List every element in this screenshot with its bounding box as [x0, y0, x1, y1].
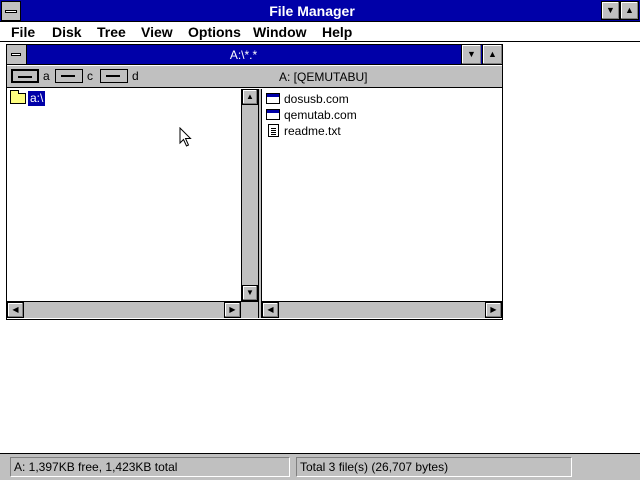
- menu-window-label: Window: [253, 24, 307, 40]
- scroll-left-button[interactable]: ◀: [262, 302, 279, 318]
- menu-options-label: Options: [188, 24, 241, 40]
- menu-disk-label: Disk: [52, 24, 82, 40]
- drive-a-label: a: [43, 69, 50, 83]
- menu-view[interactable]: View: [141, 22, 173, 42]
- menu-tree[interactable]: Tree: [97, 22, 126, 42]
- drive-a[interactable]: a: [11, 68, 55, 86]
- menu-bar: File Disk Tree View Options Window Help: [0, 22, 640, 42]
- arrow-down-icon: ▼: [246, 288, 254, 297]
- directory-tree[interactable]: a:\ ▲ ▼ ◀ ▶: [7, 89, 258, 318]
- menu-file[interactable]: File: [11, 22, 35, 42]
- maximize-icon: ▲: [625, 5, 634, 15]
- minimize-button[interactable]: ▼: [601, 1, 620, 20]
- menu-help-label: Help: [322, 24, 353, 40]
- system-menu-icon: [5, 10, 17, 13]
- app-title: File Manager: [269, 3, 355, 19]
- directory-minimize-button[interactable]: ▼: [461, 45, 481, 64]
- program-icon: [266, 109, 280, 120]
- scroll-right-button[interactable]: ▶: [224, 302, 241, 318]
- menu-view-label: View: [141, 24, 173, 40]
- tree-horizontal-scrollbar[interactable]: ◀ ▶: [7, 301, 258, 318]
- menu-disk[interactable]: Disk: [52, 22, 82, 42]
- menu-file-label: File: [11, 24, 36, 40]
- tree-item-label: a:\: [28, 91, 46, 106]
- cdrom-drive-icon: [100, 69, 128, 83]
- scroll-right-button[interactable]: ▶: [485, 302, 502, 318]
- volume-label: A: [QEMUTABU]: [279, 70, 368, 84]
- arrow-left-icon: ◀: [267, 305, 274, 314]
- scroll-down-button[interactable]: ▼: [242, 285, 258, 301]
- directory-window: A:\*.* ▼ ▲ a c d A: [QEMUTABU] a:\ ▲ ▼ ◀…: [6, 44, 503, 320]
- menu-help[interactable]: Help: [322, 22, 352, 42]
- arrow-up-icon: ▲: [246, 92, 254, 101]
- tree-vertical-scrollbar[interactable]: ▲ ▼: [241, 89, 258, 301]
- directory-maximize-button[interactable]: ▲: [482, 45, 502, 64]
- open-folder-icon: [10, 90, 26, 104]
- drive-d-label: d: [132, 69, 139, 83]
- menu-tree-label: Tree: [97, 24, 126, 40]
- drive-c-label: c: [87, 69, 93, 83]
- file-list[interactable]: dosusb.com qemutab.com readme.txt: [262, 89, 502, 301]
- file-horizontal-scrollbar[interactable]: ◀ ▶: [262, 301, 502, 318]
- directory-window-title: A:\*.*: [229, 48, 258, 62]
- system-menu-button[interactable]: [1, 1, 21, 21]
- disk-space-status: A: 1,397KB free, 1,423KB total: [10, 457, 290, 477]
- maximize-button[interactable]: ▲: [620, 1, 639, 20]
- mouse-cursor-icon: [179, 127, 192, 147]
- scroll-left-button[interactable]: ◀: [7, 302, 24, 318]
- maximize-icon: ▲: [488, 49, 497, 59]
- title-bar[interactable]: File Manager ▼ ▲: [0, 0, 640, 22]
- status-bar: A: 1,397KB free, 1,423KB total Total 3 f…: [0, 453, 640, 480]
- menu-options[interactable]: Options: [188, 22, 241, 42]
- drive-d[interactable]: d: [100, 68, 144, 86]
- drive-bar: a c d A: [QEMUTABU]: [7, 66, 502, 88]
- menu-window[interactable]: Window: [253, 22, 307, 42]
- program-icon: [266, 93, 280, 104]
- scroll-up-button[interactable]: ▲: [242, 89, 258, 105]
- file-name: dosusb.com: [284, 92, 349, 106]
- floppy-drive-icon: [11, 69, 39, 83]
- arrow-left-icon: ◀: [12, 305, 19, 314]
- drive-c[interactable]: c: [55, 68, 99, 86]
- arrow-right-icon: ▶: [490, 305, 497, 314]
- minimize-icon: ▼: [467, 49, 476, 59]
- hard-drive-icon: [55, 69, 83, 83]
- minimize-icon: ▼: [606, 5, 615, 15]
- file-manager-window: File Manager ▼ ▲ File Disk Tree View Opt…: [0, 0, 640, 480]
- file-name: readme.txt: [284, 124, 341, 138]
- directory-system-menu-button[interactable]: [7, 45, 27, 64]
- directory-window-title-bar[interactable]: A:\*.* ▼ ▲: [7, 45, 502, 65]
- system-menu-icon: [11, 53, 21, 56]
- file-name: qemutab.com: [284, 108, 357, 122]
- document-icon: [268, 124, 279, 137]
- arrow-right-icon: ▶: [229, 305, 236, 314]
- file-count-status: Total 3 file(s) (26,707 bytes): [296, 457, 572, 477]
